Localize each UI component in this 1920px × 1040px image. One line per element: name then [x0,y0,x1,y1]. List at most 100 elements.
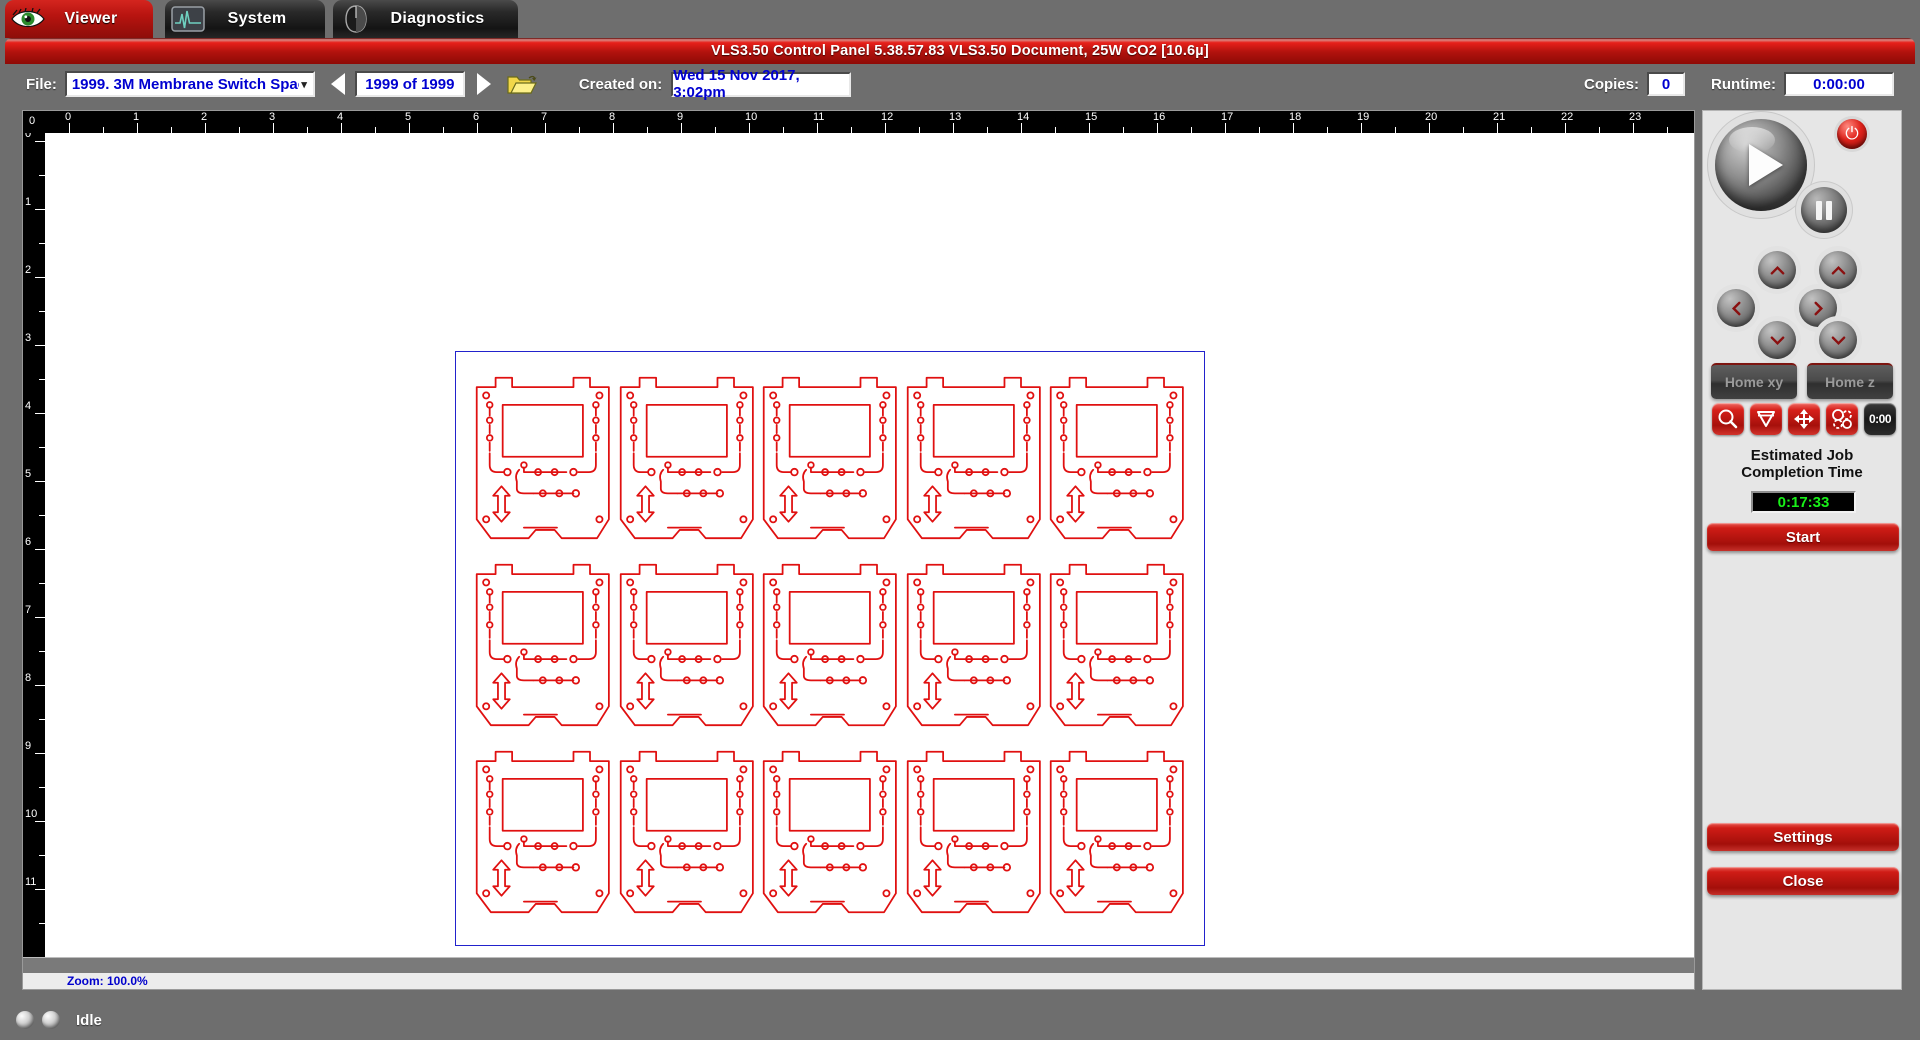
z-up-button[interactable] [1819,251,1857,289]
ruler-tick [1021,123,1022,133]
ruler-label: 5 [25,468,32,480]
window-title-text: VLS3.50 Control Panel 5.38.57.83 VLS3.50… [711,43,1209,59]
focus-tool-button[interactable] [1750,403,1782,435]
ruler-label: 23 [1629,111,1642,123]
timer-icon: 0:00 [1868,412,1892,426]
tab-diagnostics[interactable]: Diagnostics [333,0,518,38]
ruler-label: 0 [65,111,72,123]
ruler-tick [409,123,410,133]
ruler-tick [35,413,45,414]
ruler-tick [1089,123,1090,133]
xy-left-button[interactable] [1717,289,1755,327]
ruler-tick [749,123,750,133]
close-button-label: Close [1782,872,1824,890]
horizontal-scrollbar[interactable] [23,957,1694,973]
xy-down-button[interactable] [1758,321,1796,359]
file-select[interactable]: 1999. 3M Membrane Switch Spacer_ ▾ [64,71,315,97]
ruler-tick [273,123,274,133]
part-outline[interactable] [759,557,901,740]
part-outline[interactable] [616,370,758,553]
pause-icon-bar2 [1826,200,1832,220]
z-down-button[interactable] [1819,321,1857,359]
status-bar: Idle [0,1000,1920,1040]
start-button-label: Start [1785,528,1821,546]
estimated-job-label: Estimated Job Completion Time [1703,447,1901,481]
design-canvas[interactable] [45,133,1694,957]
ruler-tick [35,277,45,278]
pause-icon [1816,200,1822,220]
open-folder-icon[interactable] [507,72,537,96]
ruler-label: 17 [1221,111,1234,123]
ruler-tick [35,753,45,754]
part-outline[interactable] [1046,370,1188,553]
part-outline[interactable] [903,370,1045,553]
timer-tool-button[interactable]: 0:00 [1864,403,1896,435]
settings-button[interactable]: Settings [1707,823,1899,851]
power-button[interactable]: ⏻ [1837,119,1867,149]
ruler-tick [613,123,614,133]
window-title-bar: VLS3.50 Control Panel 5.38.57.83 VLS3.50… [5,38,1915,64]
file-label: File: [26,75,57,93]
next-page-button[interactable] [476,73,491,95]
waveform-icon [165,0,211,38]
viewer-area: 0 0 1 2 3 4 5 6 7 8 9 10 11 12 13 14 15 16 17 18 19 20 21 22 23… [22,110,1695,990]
xy-up-button[interactable] [1758,251,1796,289]
ruler-tick [1361,123,1362,133]
ruler-tick [545,123,546,133]
created-on-value: Wed 15 Nov 2017, 3:02pm [673,67,800,101]
estimated-job-line1: Estimated Job [1750,447,1854,464]
tab-system[interactable]: System [165,0,325,38]
part-outline[interactable] [616,744,758,927]
ruler-label: 10 [25,808,38,820]
created-on-value-box: Wed 15 Nov 2017, 3:02pm [671,67,852,101]
part-outline[interactable] [472,370,614,553]
file-toolbar: File: 1999. 3M Membrane Switch Spacer_ ▾… [0,64,1920,104]
chevron-up-icon [1831,265,1845,275]
close-button[interactable]: Close [1707,867,1899,895]
part-outline[interactable] [472,744,614,927]
ruler-tick [1565,123,1566,133]
ruler-tick [1633,123,1634,133]
part-outline[interactable] [1046,744,1188,927]
material-plate-boundary [455,351,1205,946]
ruler-tick [35,481,45,482]
home-xy-button[interactable]: Home xy [1711,363,1797,399]
play-icon [1748,144,1783,186]
part-outline[interactable] [903,557,1045,740]
play-button[interactable] [1715,119,1807,211]
ruler-label: 20 [1425,111,1438,123]
part-outline[interactable] [472,557,614,740]
ruler-tick [885,123,886,133]
ruler-tick [35,821,45,822]
ruler-tick [477,123,478,133]
ruler-tick [1497,123,1498,133]
part-outline[interactable] [903,744,1045,927]
move-tool-button[interactable] [1788,403,1820,435]
status-text: Idle [76,1011,102,1029]
move-arrows-icon [1794,409,1814,429]
relocate-tool-button[interactable] [1826,403,1858,435]
ruler-label: 0 [25,133,32,140]
home-z-button[interactable]: Home z [1807,363,1893,399]
runtime-field: 0:00:00 [1784,72,1894,96]
pause-button[interactable] [1801,187,1847,233]
page-indicator[interactable]: 1999 of 1999 [354,71,465,97]
tab-diagnostics-label: Diagnostics [390,10,485,27]
ruler-tick [1429,123,1430,133]
ruler-label: 10 [745,111,758,123]
part-outline[interactable] [1046,557,1188,740]
ruler-tick [35,209,45,210]
copies-field[interactable]: 0 [1647,72,1685,96]
part-outline[interactable] [759,744,901,927]
part-outline[interactable] [759,370,901,553]
tab-viewer[interactable]: Viewer [5,0,153,38]
zoom-tool-button[interactable] [1712,403,1744,435]
ruler-label: 2 [25,264,32,276]
start-button[interactable]: Start [1707,523,1899,551]
home-z-label: Home z [1825,374,1875,390]
part-outline[interactable] [616,557,758,740]
ruler-label: 2 [201,111,208,123]
ruler-label: 11 [813,111,825,123]
chevron-down-icon [1831,335,1845,345]
prev-page-button[interactable] [330,73,345,95]
